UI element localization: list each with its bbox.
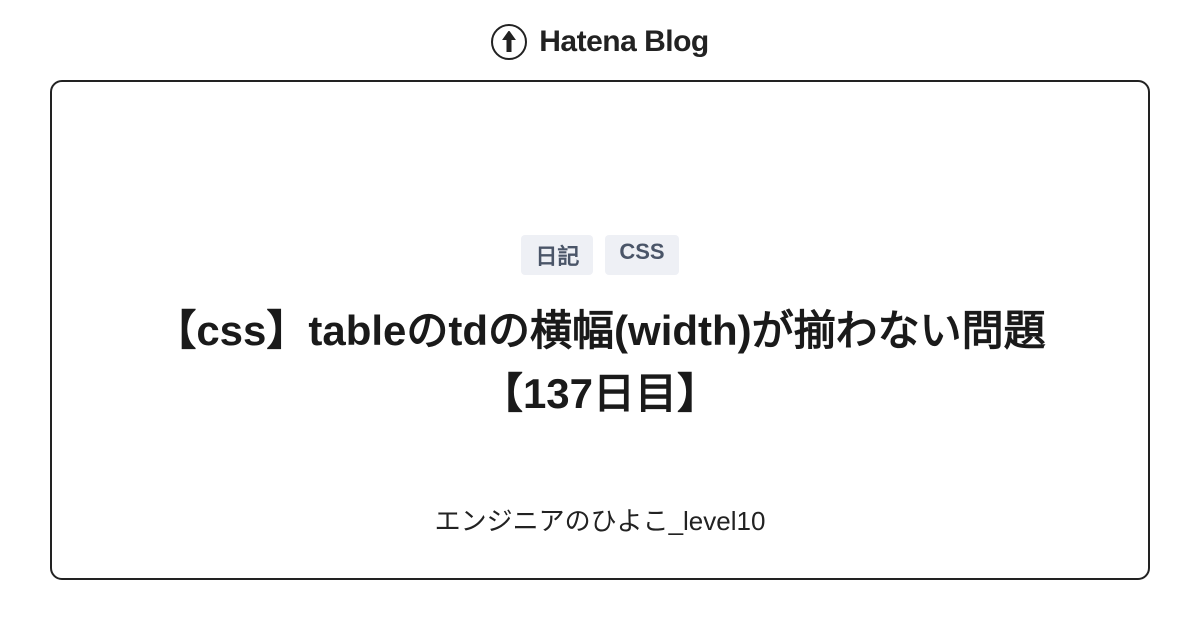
tag-item: 日記 bbox=[521, 235, 593, 275]
author-name: エンジニアのひよこ_level10 bbox=[435, 501, 766, 538]
article-card: 日記 CSS 【css】tableのtdの横幅(width)が揃わない問題【13… bbox=[50, 80, 1150, 580]
hatena-logo-icon bbox=[491, 24, 527, 60]
tag-list: 日記 CSS bbox=[521, 235, 678, 275]
article-title: 【css】tableのtdの横幅(width)が揃わない問題【137日目】 bbox=[150, 299, 1050, 425]
brand-name: Hatena Blog bbox=[539, 25, 709, 59]
tag-item: CSS bbox=[605, 235, 678, 275]
brand-header: Hatena Blog bbox=[491, 0, 709, 80]
